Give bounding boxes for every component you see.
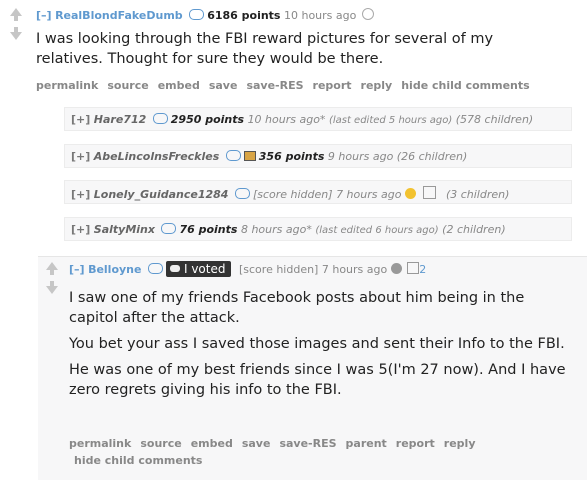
collapsed-comment[interactable]: [+] Lonely_Guidance1284 [score hidden] 7… xyxy=(64,180,572,204)
award-badge-icon xyxy=(423,186,437,199)
score: [score hidden] xyxy=(252,188,333,201)
reply-tagline: [–] Belloyne I voted [score hidden] 7 ho… xyxy=(69,261,426,277)
root-tagline: [–] RealBlondFakeDumb 6186 points 10 hou… xyxy=(36,8,374,22)
expand-toggle[interactable]: [+] xyxy=(71,188,90,201)
timestamp: 8 hours ago* xyxy=(240,223,312,236)
award-badge-icon xyxy=(407,262,420,274)
reply-info-icon xyxy=(361,8,374,20)
reply-body: I saw one of my friends Facebook posts a… xyxy=(69,288,569,400)
score: [score hidden] xyxy=(238,263,319,276)
collapse-toggle[interactable]: [–] xyxy=(69,263,85,276)
embed-link[interactable]: embed xyxy=(158,79,200,92)
award-count: 2 xyxy=(419,263,427,276)
comment-bubble-icon xyxy=(225,150,241,161)
collapse-toggle[interactable]: [–] xyxy=(36,9,52,22)
reply-link[interactable]: reply xyxy=(361,79,393,92)
report-link[interactable]: report xyxy=(396,437,435,450)
author-link[interactable]: Lonely_Guidance1284 xyxy=(94,188,229,201)
author-link[interactable]: AbeLincolnsFreckles xyxy=(94,150,220,163)
embed-link[interactable]: embed xyxy=(191,437,233,450)
collapsed-comment[interactable]: [+] SaltyMinx 76 points 8 hours ago* (la… xyxy=(64,217,572,241)
comment-bubble-icon xyxy=(147,263,163,274)
author-link[interactable]: SaltyMinx xyxy=(94,223,155,236)
save-link[interactable]: save xyxy=(209,79,238,92)
comment-bubble-icon xyxy=(152,113,168,124)
comment-bubble-icon xyxy=(234,188,250,199)
root-body: I was looking through the FBI reward pic… xyxy=(36,31,494,67)
timestamp: 7 hours ago xyxy=(336,188,402,201)
children-count: (2 children) xyxy=(442,223,506,236)
parent-link[interactable]: parent xyxy=(346,437,387,450)
timestamp: 10 hours ago* xyxy=(247,113,326,126)
reply-paragraph: He was one of my best friends since I wa… xyxy=(69,362,566,398)
author-link[interactable]: Hare712 xyxy=(94,113,146,126)
hide-child-comments-link[interactable]: hide child comments xyxy=(401,79,529,92)
hide-child-comments-link[interactable]: hide child comments xyxy=(74,454,202,467)
save-res-link[interactable]: save-RES xyxy=(246,79,303,92)
author-link[interactable]: RealBlondFakeDumb xyxy=(55,9,183,22)
save-link[interactable]: save xyxy=(242,437,271,450)
reply-downvote-arrow[interactable] xyxy=(45,281,59,295)
timestamp: 7 hours ago xyxy=(321,263,388,276)
upvote-arrow[interactable] xyxy=(9,8,23,22)
reply-paragraph: You bet your ass I saved those images an… xyxy=(69,336,565,352)
expand-toggle[interactable]: [+] xyxy=(71,113,90,126)
reply-paragraph: I saw one of my friends Facebook posts a… xyxy=(69,290,525,326)
reply-link[interactable]: reply xyxy=(444,437,476,450)
children-count: (26 children) xyxy=(396,150,468,163)
timestamp: 10 hours ago xyxy=(283,9,357,22)
award-emoji-icon xyxy=(404,188,416,199)
children-count: (578 children) xyxy=(455,113,534,126)
award-coin-icon xyxy=(390,263,402,274)
author-link[interactable]: Belloyne xyxy=(88,263,141,276)
reply-buttons-row2: hide child comments xyxy=(74,454,211,467)
root-buttons: permalink source embed save save-RES report re… xyxy=(36,79,539,92)
expand-toggle[interactable]: [+] xyxy=(71,150,90,163)
report-link[interactable]: report xyxy=(313,79,352,92)
expand-toggle[interactable]: [+] xyxy=(71,223,90,236)
score: 6186 points xyxy=(207,9,281,22)
sticker-icon xyxy=(169,265,180,272)
comment-bubble-icon xyxy=(189,9,205,20)
collapsed-comment[interactable]: [+] AbeLincolnsFreckles 356 points 9 hou… xyxy=(64,144,572,168)
edit-note: (last edited 5 hours ago) xyxy=(328,115,453,126)
collapsed-comment[interactable]: [+] Hare712 2950 points 10 hours ago* (l… xyxy=(64,107,572,131)
comment-bubble-icon xyxy=(161,223,177,234)
timestamp: 9 hours ago xyxy=(327,150,394,163)
score: 356 points xyxy=(258,150,325,163)
permalink-link[interactable]: permalink xyxy=(69,437,131,450)
score: 76 points xyxy=(179,223,238,236)
save-res-link[interactable]: save-RES xyxy=(279,437,336,450)
reply-upvote-arrow[interactable] xyxy=(45,262,59,276)
permalink-link[interactable]: permalink xyxy=(36,79,98,92)
reply-buttons: permalink source embed save save-RES parent re… xyxy=(69,437,485,450)
user-flair: I voted xyxy=(165,261,232,277)
downvote-arrow[interactable] xyxy=(9,27,23,41)
score: 2950 points xyxy=(170,113,245,126)
children-count: (3 children) xyxy=(445,188,510,201)
source-link[interactable]: source xyxy=(107,79,148,92)
edit-note: (last edited 6 hours ago) xyxy=(315,225,439,236)
source-link[interactable]: source xyxy=(140,437,181,450)
award-box-icon xyxy=(243,151,256,161)
